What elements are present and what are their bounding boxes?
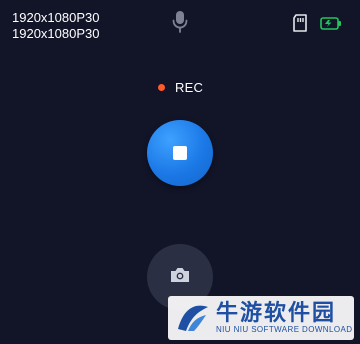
stop-recording-button[interactable]: [147, 120, 213, 186]
microphone-icon[interactable]: [170, 10, 190, 34]
sd-card-icon: [292, 14, 308, 32]
watermark-title: 牛游软件园: [216, 300, 337, 325]
watermark: 牛游软件园 NIU NIU SOFTWARE DOWNLOAD: [168, 296, 354, 340]
resolution-line-2: 1920x1080P30: [12, 26, 100, 41]
recording-label: REC: [175, 79, 204, 95]
recording-dot: [158, 83, 165, 91]
watermark-logo: [178, 305, 208, 331]
resolution-info: 1920x1080P30 1920x1080P30: [12, 10, 99, 42]
resolution-line-1: 1920x1080P30: [12, 10, 100, 25]
watermark-subtitle: NIU NIU SOFTWARE DOWNLOAD: [216, 325, 353, 334]
recording-indicator: REC: [158, 79, 203, 95]
camera-icon: [169, 266, 191, 289]
stop-icon: [173, 146, 187, 160]
battery-charging-icon: [320, 17, 342, 30]
